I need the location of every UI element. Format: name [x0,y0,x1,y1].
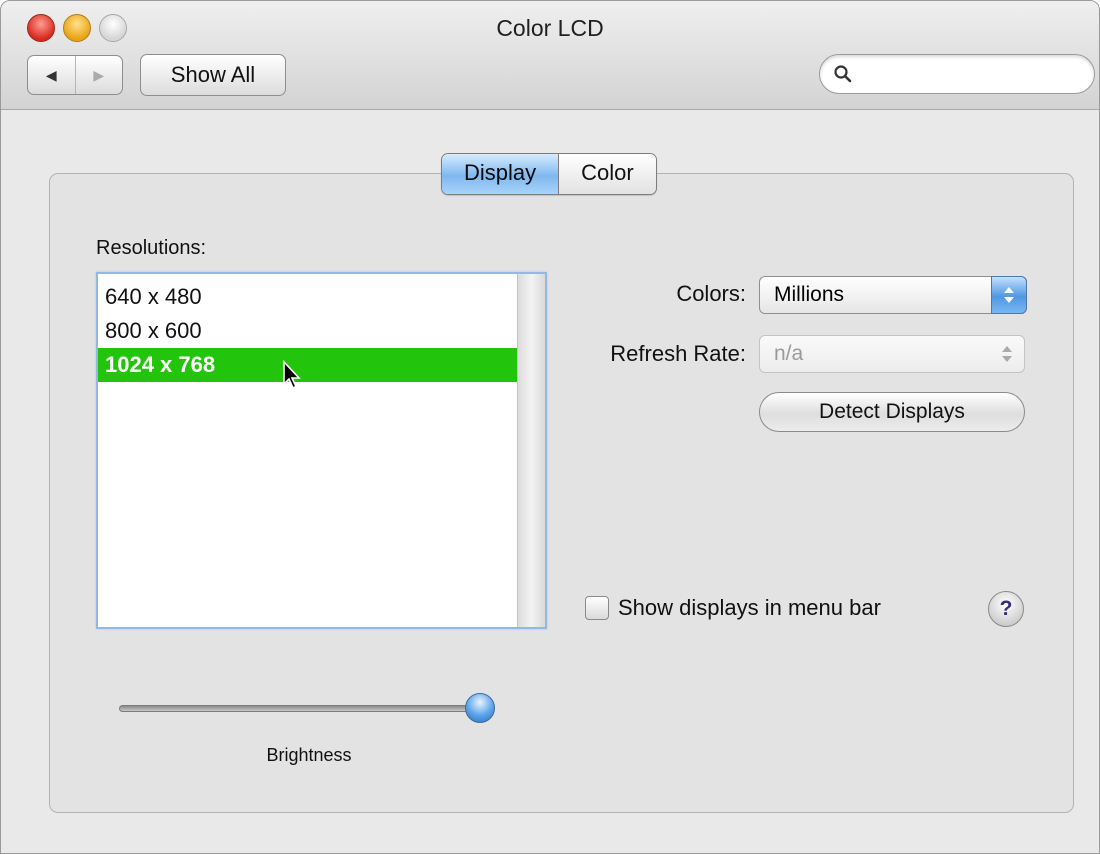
back-button[interactable]: ◀ [28,56,76,94]
resolutions-label: Resolutions: [96,237,207,259]
show-all-button[interactable]: Show All [140,54,286,96]
tab-color[interactable]: Color [559,154,656,194]
help-icon: ? [999,597,1013,620]
search-icon [834,65,852,83]
show-displays-label[interactable]: Show displays in menu bar [618,595,881,621]
list-item-resolution-selected[interactable]: 1024 x 768 [98,348,517,382]
search-field[interactable] [819,54,1095,94]
list-item-resolution[interactable]: 800 x 600 [98,314,517,348]
brightness-slider-knob[interactable] [465,693,495,723]
detect-displays-button[interactable]: Detect Displays [759,392,1025,432]
forward-button[interactable]: ▶ [76,56,123,94]
popup-arrows-icon [989,335,1025,373]
tab-display[interactable]: Display [442,154,560,194]
colors-label: Colors: [676,281,746,306]
tab-control: Display Color [441,153,657,195]
resolutions-list[interactable]: 640 x 480 800 x 600 1024 x 768 [96,272,547,629]
popup-arrows-icon [991,276,1027,314]
window-title: Color LCD [496,15,604,41]
show-displays-checkbox[interactable] [585,596,609,620]
list-item-resolution[interactable]: 640 x 480 [98,280,517,314]
colors-popup[interactable]: Millions [759,276,1027,314]
brightness-label: Brightness [266,745,352,765]
search-input[interactable] [860,61,1088,89]
help-button[interactable]: ? [988,591,1024,627]
back-forward-control: ◀ ▶ [27,55,123,95]
forward-arrow-icon: ▶ [93,66,105,83]
refresh-rate-value: n/a [774,342,804,365]
back-arrow-icon: ◀ [45,66,57,83]
colors-popup-value: Millions [774,283,845,306]
brightness-slider-track[interactable] [119,705,479,712]
mouse-pointer-icon [283,360,301,390]
list-scrollbar[interactable] [517,274,545,627]
refresh-rate-popup[interactable]: n/a [759,335,1025,373]
preferences-window: Color LCD ◀ ▶ Show All Display Color Res… [0,0,1100,854]
title-bar: Color LCD ◀ ▶ Show All [1,1,1099,110]
refresh-rate-label: Refresh Rate: [610,341,746,366]
